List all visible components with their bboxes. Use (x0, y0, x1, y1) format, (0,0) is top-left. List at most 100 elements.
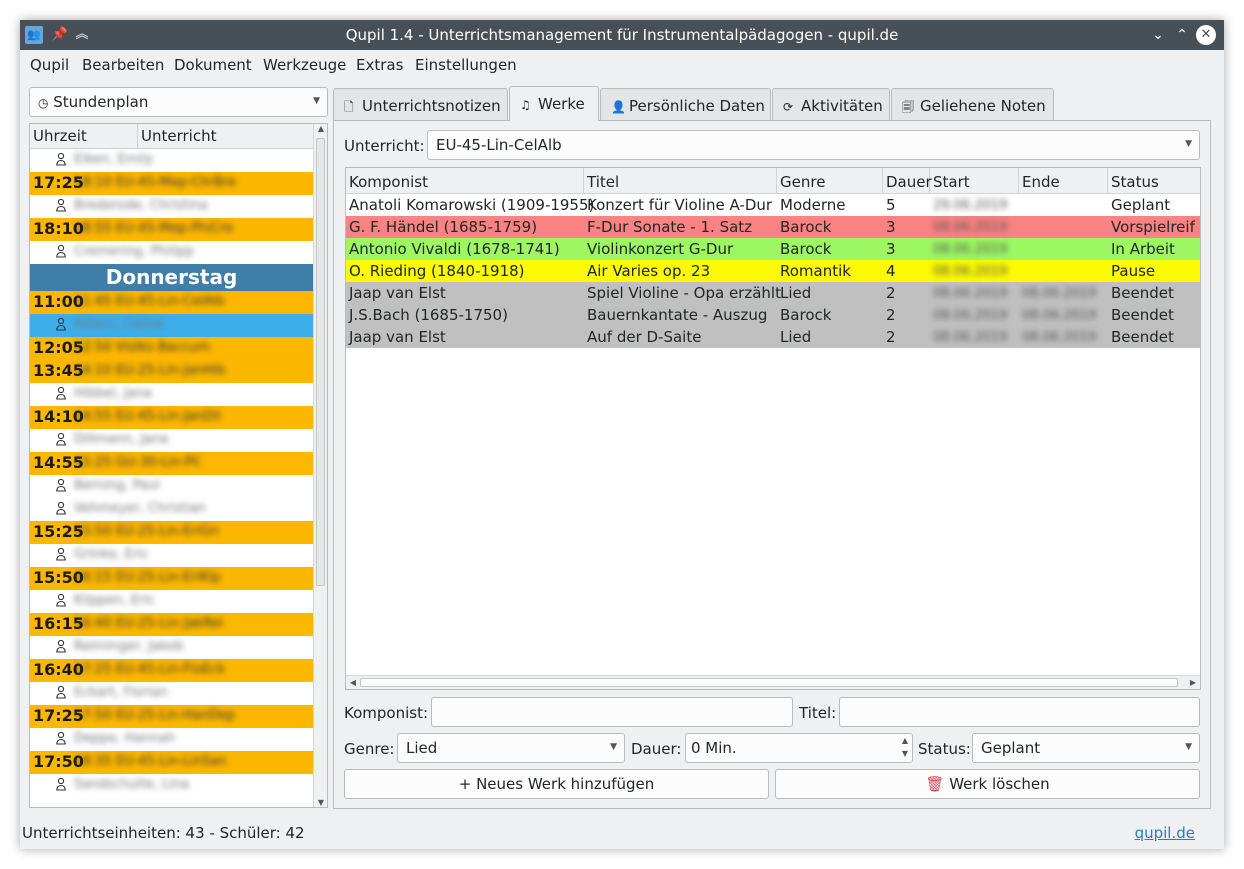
col-dauer[interactable]: Dauer (883, 168, 932, 194)
cell-titel: Konzert für Violine A-Dur (587, 196, 773, 214)
schedule-student-row[interactable]: Sandschulte, Lina (30, 774, 313, 797)
komponist-input[interactable] (431, 697, 793, 727)
scroll-thumb[interactable] (316, 138, 325, 586)
schedule-lesson-row[interactable]: 17:50 18:35 EU-45-Lin-LinSan (30, 751, 313, 774)
col-titel[interactable]: Titel (584, 168, 777, 194)
schedule-student-row[interactable]: Hibbel, Jana (30, 383, 313, 406)
titel-input[interactable] (839, 697, 1200, 727)
tab-aktivitaeten[interactable]: ⟳ Aktivitäten (772, 88, 890, 120)
maximize-icon[interactable]: ⌃ (1172, 25, 1192, 45)
cell-genre: Barock (780, 218, 832, 236)
student-name: Cremering, Philipp (74, 244, 194, 259)
scroll-left-icon[interactable]: ◀ (346, 676, 360, 689)
tab-persoenliche-daten[interactable]: 👤 Persönliche Daten (600, 88, 771, 120)
scroll-up-icon[interactable]: ▲ (314, 124, 327, 133)
sheet-icon: 🗐 (902, 100, 914, 114)
col-start[interactable]: Start (930, 168, 1019, 194)
col-ende[interactable]: Ende (1019, 168, 1108, 194)
cell-start: 29.06.2019 (933, 198, 1008, 213)
schedule-lesson-row[interactable]: 14:10 14:55 EU-45-Lin-JanDil (30, 406, 313, 429)
tab-unterrichtsnotizen[interactable]: 🗋 Unterrichtsnotizen (333, 88, 508, 120)
schedule-lesson-row[interactable]: 14:55 15:25 GU-30-Lin-PC (30, 452, 313, 475)
schedule-student-row[interactable]: Brederode, Christina (30, 195, 313, 218)
delete-werk-button[interactable]: 🗑 Werk löschen (775, 769, 1200, 799)
schedule-lesson-row[interactable]: 17:25 17:50 EU-25-Lin-HanDep (30, 705, 313, 728)
genre-select[interactable]: Lied ▼ (397, 733, 625, 763)
schedule-student-row[interactable]: Eckart, Florian (30, 682, 313, 705)
schedule-student-row[interactable]: Dillmann, Jana (30, 429, 313, 452)
dauer-stepper[interactable]: 0 Min. ▲ ▼ (685, 733, 913, 763)
komponist-label: Komponist: (344, 704, 429, 722)
titel-label: Titel: (799, 704, 837, 722)
cell-titel: F-Dur Sonate - 1. Satz (587, 218, 753, 236)
scroll-right-icon[interactable]: ▶ (1186, 676, 1200, 689)
lesson-info: 15:25 GU-30-Lin-PC (74, 455, 202, 470)
schedule-student-row[interactable]: Berning, Paul (30, 475, 313, 498)
schedule-student-row[interactable]: Reiminger, Jakob (30, 636, 313, 659)
student-name: Reiminger, Jakob (74, 639, 184, 654)
stepper-arrows-icon[interactable]: ▲ ▼ (898, 734, 912, 762)
tab-werke[interactable]: ♫ Werke (509, 86, 599, 121)
tab-geliehene-noten[interactable]: 🗐 Geliehene Noten (891, 88, 1054, 120)
schedule-lesson-row[interactable]: 18:10 18:55 EU-45-Mep-PhiCre (30, 218, 313, 241)
cell-titel: Auf der D-Saite (587, 328, 702, 346)
menu-dokument[interactable]: Dokument (174, 56, 252, 74)
menu-werkzeuge[interactable]: Werkzeuge (263, 56, 346, 74)
schedule-lesson-row[interactable]: 16:15 16:40 EU-25-Lin-JakRei (30, 613, 313, 636)
werke-table[interactable]: Komponist Titel Genre Dauer Start Ende S… (345, 167, 1201, 690)
schedule-student-row[interactable]: Albers, Celine (30, 314, 313, 337)
person-icon (56, 547, 66, 561)
website-link[interactable]: qupil.de (1135, 824, 1195, 842)
cell-genre: Barock (780, 240, 832, 258)
person-icon (56, 639, 66, 653)
schedule-lesson-row[interactable]: 12:05 12:50 Violks Baccum (30, 337, 313, 360)
table-row[interactable]: Anatoli Komarowski (1909-1955) Konzert fü… (346, 194, 1200, 216)
schedule-student-row[interactable]: Cremering, Philipp (30, 241, 313, 264)
add-werk-button[interactable]: + Neues Werk hinzufügen (344, 769, 769, 799)
hscroll-thumb[interactable] (360, 678, 1178, 687)
menu-einstellungen[interactable]: Einstellungen (415, 56, 517, 74)
schedule-lesson-row[interactable]: 13:45 14:10 EU-25-Lin-JanHib (30, 360, 313, 383)
schedule-lesson-row[interactable]: 11:00 11:45 EU-45-Lin-CelAlb (30, 291, 313, 314)
table-row[interactable]: O. Rieding (1840-1918) Air Varies op. 23 R… (346, 260, 1200, 282)
schedule-student-row[interactable]: Klippen, Eric (30, 590, 313, 613)
schedule-scrollbar[interactable]: ▲ ▼ (313, 124, 327, 807)
menu-qupil[interactable]: Qupil (30, 56, 69, 74)
table-row[interactable]: Jaap van Elst Auf der D-Saite Lied 2 08.06.2… (346, 326, 1200, 348)
scroll-down-icon[interactable]: ▼ (314, 798, 327, 807)
schedule-lesson-row[interactable]: 16:40 17:25 EU-45-Lin-FloEck (30, 659, 313, 682)
minimize-icon[interactable]: ⌄ (1148, 25, 1168, 45)
schedule-list[interactable]: Uhrzeit Unterricht Eiken, Emily 17:25 18:1… (29, 123, 328, 808)
col-status[interactable]: Status (1108, 168, 1200, 194)
cell-status: Vorspielreif (1111, 218, 1195, 236)
close-icon[interactable]: ✕ (1196, 25, 1216, 45)
schedule-student-row[interactable]: Eiken, Emily (30, 149, 313, 172)
table-row[interactable]: Antonio Vivaldi (1678-1741) Violinkonzert… (346, 238, 1200, 260)
table-row[interactable]: G. F. Händel (1685-1759) F-Dur Sonate - 1… (346, 216, 1200, 238)
col-genre[interactable]: Genre (777, 168, 883, 194)
schedule-student-row[interactable]: Grinke, Eric (30, 544, 313, 567)
music-note-icon: ♫ (520, 98, 531, 112)
table-row[interactable]: J.S.Bach (1685-1750) Bauernkantate - Ausz… (346, 304, 1200, 326)
tab-label: Persönliche Daten (629, 97, 765, 115)
schedule-student-row[interactable]: Vehmeyer, Christian (30, 498, 313, 521)
table-row[interactable]: Jaap van Elst Spiel Violine - Opa erzählt… (346, 282, 1200, 304)
schedule-lesson-row[interactable]: 15:25 15:50 EU-25-Lin-EriGri (30, 521, 313, 544)
chevron-down-icon: ▼ (1185, 742, 1192, 752)
menu-extras[interactable]: Extras (356, 56, 403, 74)
genre-label: Genre: (344, 740, 395, 758)
cell-komponist: Jaap van Elst (349, 284, 446, 302)
schedule-lesson-row[interactable]: 17:25 18:10 EU-45-Mep-ChrBre (30, 172, 313, 195)
status-select[interactable]: Geplant ▼ (972, 733, 1200, 763)
view-select[interactable]: ◷ Stundenplan ▼ (29, 87, 328, 117)
lesson-select[interactable]: EU-45-Lin-CelAlb ▼ (427, 130, 1200, 160)
col-uhrzeit[interactable]: Uhrzeit (33, 127, 87, 145)
col-unterricht[interactable]: Unterricht (141, 127, 216, 145)
menu-bearbeiten[interactable]: Bearbeiten (82, 56, 164, 74)
schedule-student-row[interactable]: Deppe, Hannah (30, 728, 313, 751)
day-header[interactable]: Donnerstag (30, 264, 313, 291)
col-komponist[interactable]: Komponist (346, 168, 584, 194)
status-text: Unterrichtseinheiten: 43 - Schüler: 42 (22, 824, 305, 842)
table-hscrollbar[interactable]: ◀ ▶ (346, 675, 1200, 689)
schedule-lesson-row[interactable]: 15:50 16:15 EU-25-Lin-EriKlp (30, 567, 313, 590)
